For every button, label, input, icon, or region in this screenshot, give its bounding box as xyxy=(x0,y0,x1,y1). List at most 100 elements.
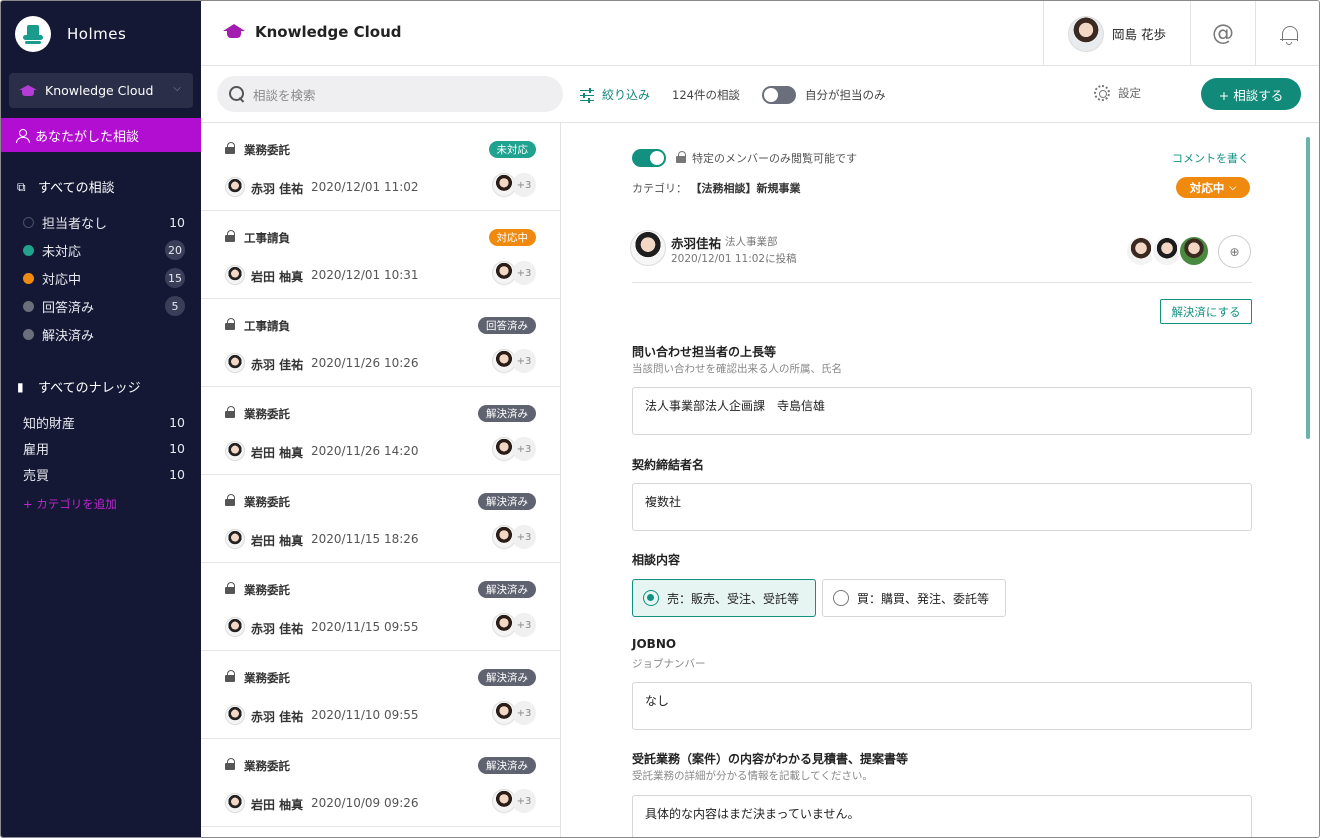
settings-button[interactable]: 設定 xyxy=(1094,85,1141,101)
member-avatar[interactable] xyxy=(1178,235,1210,267)
author-name: 赤羽 佳祐 xyxy=(251,182,304,196)
mentions-button[interactable]: @ xyxy=(1191,1,1256,66)
posted-at: 2020/12/01 11:02に投稿 xyxy=(671,253,797,265)
sidebar-item-intellectual-property[interactable]: 知的財産 10 xyxy=(23,408,185,436)
list-item[interactable]: 業務委託 解決済み 赤羽 佳祐 2020/11/15 09:55 +3 xyxy=(201,563,560,651)
category-value: 【法務相談】新規事業 xyxy=(690,182,801,195)
list-item[interactable]: 業務委託 解決済み 赤羽 佳祐 2020/11/10 09:55 +3 xyxy=(201,651,560,739)
sidebar-item-not-started[interactable]: 未対応 20 xyxy=(23,236,185,264)
top-header: Knowledge Cloud 岡島 花歩 @ xyxy=(201,1,1319,66)
consultation-type: 工事請負 xyxy=(244,231,290,245)
radio-buy[interactable]: 買：購買、発注、委託等 xyxy=(822,579,1006,617)
consultation-list: 業務委託 未対応 赤羽 佳祐 2020/12/01 11:02 +3 工事請負 対応中 岩田 … xyxy=(201,123,561,837)
section-label: すべての相談 xyxy=(38,181,115,196)
sidebar-item-sales[interactable]: 売買 10 xyxy=(23,460,185,488)
status-dropdown[interactable]: 対応中 ⌵ xyxy=(1176,177,1250,198)
poster-name: 赤羽佳祐 xyxy=(671,236,722,251)
chevron-down-icon: ⌵ xyxy=(1229,182,1237,193)
sidebar-item-unassigned[interactable]: 担当者なし 10 xyxy=(23,208,185,236)
count-badge: 5 xyxy=(165,296,185,316)
toolbar: 相談を検索 絞り込み 124件の相談 自分が担当のみ 設定 + 相談する xyxy=(201,66,1319,123)
sidebar-item-label: 担当者なし xyxy=(42,216,108,232)
sidebar-item-answered[interactable]: 回答済み 5 xyxy=(23,292,185,320)
avatar xyxy=(225,705,245,725)
lock-icon xyxy=(225,406,235,418)
status-badge: 対応中 xyxy=(488,229,536,246)
filter-button[interactable]: 絞り込み xyxy=(580,86,650,103)
contract-party-field[interactable]: 複数社 xyxy=(632,483,1252,531)
status-badge: 解決済み xyxy=(478,493,536,510)
status-badge: 未対応 xyxy=(488,141,536,158)
consultation-type: 業務委託 xyxy=(244,583,290,597)
category-line: カテゴリ： 【法務相談】新規事業 xyxy=(632,180,801,196)
posted-date: 2020/12/01 10:31 xyxy=(311,268,419,282)
lock-icon xyxy=(676,151,686,163)
superior-field[interactable]: 法人事業部法人企画課 寺島信雄 xyxy=(632,387,1252,435)
list-item[interactable]: 業務委託 解決済み 岩田 柚真 2020/10/09 09:26 +3 xyxy=(201,739,560,827)
add-category-link[interactable]: + カテゴリを追加 xyxy=(23,496,117,512)
list-item[interactable]: 工事請負 回答済み 赤羽 佳祐 2020/11/26 10:26 +3 xyxy=(201,299,560,387)
estimate-field[interactable]: 具体的な内容はまだ決まっていません。 xyxy=(632,795,1252,837)
status-dot xyxy=(23,300,34,312)
count: 10 xyxy=(169,214,185,230)
consultation-type: 工事請負 xyxy=(244,319,290,333)
brand[interactable]: Holmes xyxy=(15,16,126,52)
more-assignees: +3 xyxy=(512,261,536,285)
list-item[interactable]: 業務委託 未対応 赤羽 佳祐 2020/12/01 11:02 +3 xyxy=(201,123,560,211)
jobno-field[interactable]: なし xyxy=(632,682,1252,730)
workspace-selector[interactable]: Knowledge Cloud ⌵ xyxy=(9,73,193,108)
status-dot xyxy=(23,216,34,228)
lock-icon xyxy=(225,142,235,154)
consultation-type: 業務委託 xyxy=(244,759,290,773)
book-icon: ▮ xyxy=(17,379,24,394)
write-comment-link[interactable]: コメントを書く xyxy=(1172,150,1249,166)
sidebar-section-all-knowledge[interactable]: ▮ すべてのナレッジ xyxy=(17,377,141,397)
list-item[interactable]: 工事請負 対応中岩田 柚真 2020/12/01 10:31 +3 xyxy=(201,211,560,299)
more-assignees: +3 xyxy=(512,613,536,637)
sidebar-item-employment[interactable]: 雇用 10 xyxy=(23,434,185,462)
posted-date: 2020/11/10 09:55 xyxy=(311,708,419,722)
sidebar-section-all-consultations[interactable]: ⧉ すべての相談 xyxy=(17,177,115,197)
user-name: 岡島 花歩 xyxy=(1112,27,1166,42)
mark-resolved-button[interactable]: 解決済にする xyxy=(1160,299,1252,324)
notifications-button[interactable] xyxy=(1256,1,1319,66)
avatar xyxy=(225,793,245,813)
add-member-button[interactable]: ⊕ xyxy=(1218,235,1251,268)
author-name: 赤羽 佳祐 xyxy=(251,622,304,636)
status-dot xyxy=(23,328,34,340)
author-name: 岩田 柚真 xyxy=(251,270,304,284)
posted-date: 2020/11/15 09:55 xyxy=(311,620,419,634)
privacy-toggle[interactable] xyxy=(632,149,666,167)
mine-only-label: 自分が担当のみ xyxy=(805,88,886,102)
avatar xyxy=(225,353,245,373)
more-assignees: +3 xyxy=(512,701,536,725)
list-item[interactable]: 業務委託 解決済み 岩田 柚真 2020/11/15 18:26 +3 xyxy=(201,475,560,563)
more-assignees: +3 xyxy=(512,349,536,373)
radio-sell[interactable]: 売：販売、受注、受託等 xyxy=(632,579,816,617)
search-placeholder: 相談を検索 xyxy=(253,87,316,103)
sliders-icon xyxy=(580,87,594,103)
search-input[interactable]: 相談を検索 xyxy=(217,76,563,112)
user-menu[interactable]: 岡島 花歩 xyxy=(1043,1,1191,66)
radio-label: 売：販売、受注、受託等 xyxy=(667,591,800,606)
sidebar-item-my-consultations[interactable]: あなたがした相談 xyxy=(1,118,201,152)
new-consultation-button[interactable]: + 相談する xyxy=(1201,78,1301,110)
status-badge: 解決済み xyxy=(478,757,536,774)
count: 10 xyxy=(169,414,185,430)
gear-icon xyxy=(1094,85,1110,101)
lock-icon xyxy=(225,758,235,770)
status-badge: 解決済み xyxy=(478,669,536,686)
sidebar-item-in-progress[interactable]: 対応中 15 xyxy=(23,264,185,292)
scrollbar[interactable] xyxy=(1306,137,1310,439)
posted-date: 2020/11/15 18:26 xyxy=(311,532,419,546)
field-help: ジョブナンバー xyxy=(632,658,706,670)
person-icon xyxy=(15,128,30,143)
author-name: 赤羽 佳祐 xyxy=(251,710,304,724)
sidebar-item-resolved[interactable]: 解決済み xyxy=(23,320,185,348)
list-item[interactable]: 業務委託 解決済み 岩田 柚真 2020/11/26 14:20 +3 xyxy=(201,387,560,475)
consultation-type: 業務委託 xyxy=(244,495,290,509)
author-name: 岩田 柚真 xyxy=(251,446,304,460)
mine-only-toggle[interactable] xyxy=(762,86,796,104)
count: 10 xyxy=(169,466,185,482)
author-name: 岩田 柚真 xyxy=(251,534,304,548)
